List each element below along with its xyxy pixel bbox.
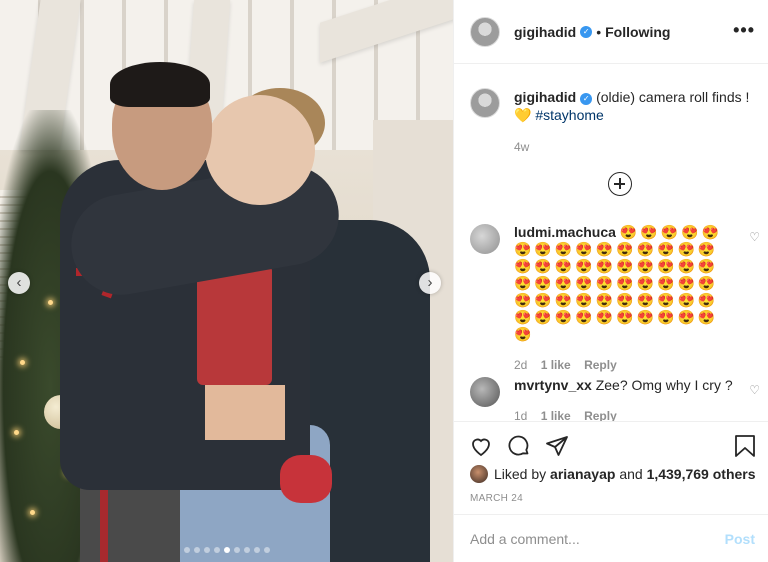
- caption-username[interactable]: gigihadid: [514, 89, 576, 105]
- verified-badge-icon: ✓: [580, 25, 593, 38]
- liker-avatar[interactable]: [470, 465, 488, 483]
- likes-prefix: Liked by: [494, 466, 547, 482]
- comment-text: Zee? Omg why I cry ?: [595, 377, 733, 393]
- avatar[interactable]: [470, 16, 500, 47]
- post-actions: Liked by arianayap and 1,439,769 others …: [454, 421, 768, 514]
- comment: ludmi.machuca 😍😍😍😍😍😍😍😍😍😍😍😍😍😍😍😍😍😍😍😍😍😍😍😍😍😍…: [470, 224, 760, 374]
- share-icon[interactable]: [545, 434, 569, 458]
- heart-icon[interactable]: [469, 434, 493, 458]
- hashtag-link[interactable]: #stayhome: [535, 107, 603, 123]
- face: [205, 95, 315, 205]
- comment-meta: 1d 1 like Reply: [514, 408, 736, 421]
- carousel-dot: [203, 547, 210, 553]
- comment-username[interactable]: mvrtynv_xx: [514, 377, 592, 393]
- caption-time[interactable]: 4w: [514, 138, 749, 156]
- comment-icon[interactable]: [507, 434, 531, 458]
- next-photo-button[interactable]: ›: [419, 272, 441, 294]
- carousel-dot: [243, 547, 250, 553]
- carousel-dot: [253, 547, 260, 553]
- load-more-comments-icon[interactable]: [608, 172, 632, 196]
- add-comment-bar: Post: [454, 514, 768, 562]
- comment-likes[interactable]: 1 like: [541, 409, 571, 421]
- carousel-dot: [233, 547, 240, 553]
- caption: gigihadid ✓ (oldie) camera roll finds ! 💛…: [470, 88, 760, 156]
- previous-photo-button[interactable]: ‹: [8, 272, 30, 294]
- post-photo[interactable]: ‹ ›: [0, 0, 453, 562]
- carousel-dot: [193, 547, 200, 553]
- post-viewer: ‹ › gigihadid ✓ • Following ••• gigihadi…: [0, 0, 768, 562]
- likes-count[interactable]: 1,439,769 others: [647, 466, 756, 482]
- comment-text: 😍😍😍😍😍😍😍😍😍😍😍😍😍😍😍😍😍😍😍😍😍😍😍😍😍😍😍😍😍😍😍😍😍😍😍😍😍😍😍😍…: [514, 224, 722, 342]
- comment-time[interactable]: 2d: [514, 358, 527, 372]
- hair: [110, 62, 210, 107]
- carousel-dot: [223, 547, 230, 553]
- reply-button[interactable]: Reply: [584, 358, 617, 372]
- likes-summary: Liked by arianayap and 1,439,769 others: [470, 465, 756, 483]
- separator: •: [596, 23, 602, 40]
- like-comment-icon[interactable]: ♡: [749, 230, 760, 244]
- comment-username[interactable]: ludmi.machuca: [514, 224, 616, 240]
- comment-time[interactable]: 1d: [514, 409, 527, 421]
- avatar[interactable]: [470, 224, 500, 254]
- tree-light: [48, 300, 53, 305]
- midriff: [205, 385, 285, 440]
- post-date[interactable]: MARCH 24: [470, 493, 523, 504]
- carousel-dot: [183, 547, 190, 553]
- post-sidebar: gigihadid ✓ • Following ••• gigihadid ✓ (…: [453, 0, 768, 562]
- bookmark-icon[interactable]: [734, 434, 756, 458]
- comment-likes[interactable]: 1 like: [541, 358, 571, 372]
- comment-input[interactable]: [470, 530, 725, 547]
- avatar[interactable]: [470, 377, 500, 407]
- caption-emoji: 💛: [514, 107, 532, 123]
- carousel-indicator: [0, 547, 453, 553]
- comment: mvrtynv_xx Zee? Omg why I cry ? 1d 1 lik…: [470, 377, 760, 421]
- red-glove: [280, 455, 332, 503]
- carousel-dot: [263, 547, 270, 553]
- following-button[interactable]: Following: [605, 24, 670, 40]
- caption-text: (oldie) camera roll finds !: [596, 89, 750, 105]
- verified-badge-icon: ✓: [580, 93, 593, 105]
- tree-light: [20, 360, 25, 365]
- tree-light: [14, 430, 19, 435]
- red-top: [197, 265, 272, 385]
- post-button[interactable]: Post: [725, 531, 755, 547]
- post-header: gigihadid ✓ • Following •••: [454, 0, 768, 64]
- avatar[interactable]: [470, 88, 500, 118]
- comments-section[interactable]: gigihadid ✓ (oldie) camera roll finds ! 💛…: [454, 64, 768, 421]
- more-options-icon[interactable]: •••: [733, 20, 755, 41]
- likes-middle: and: [619, 466, 643, 482]
- reply-button[interactable]: Reply: [584, 409, 617, 421]
- carousel-dot: [213, 547, 220, 553]
- username-link[interactable]: gigihadid: [514, 24, 576, 40]
- like-comment-icon[interactable]: ♡: [749, 383, 760, 397]
- tree-light: [30, 510, 35, 515]
- comment-meta: 2d 1 like Reply: [514, 357, 736, 374]
- liker-username[interactable]: arianayap: [550, 466, 615, 482]
